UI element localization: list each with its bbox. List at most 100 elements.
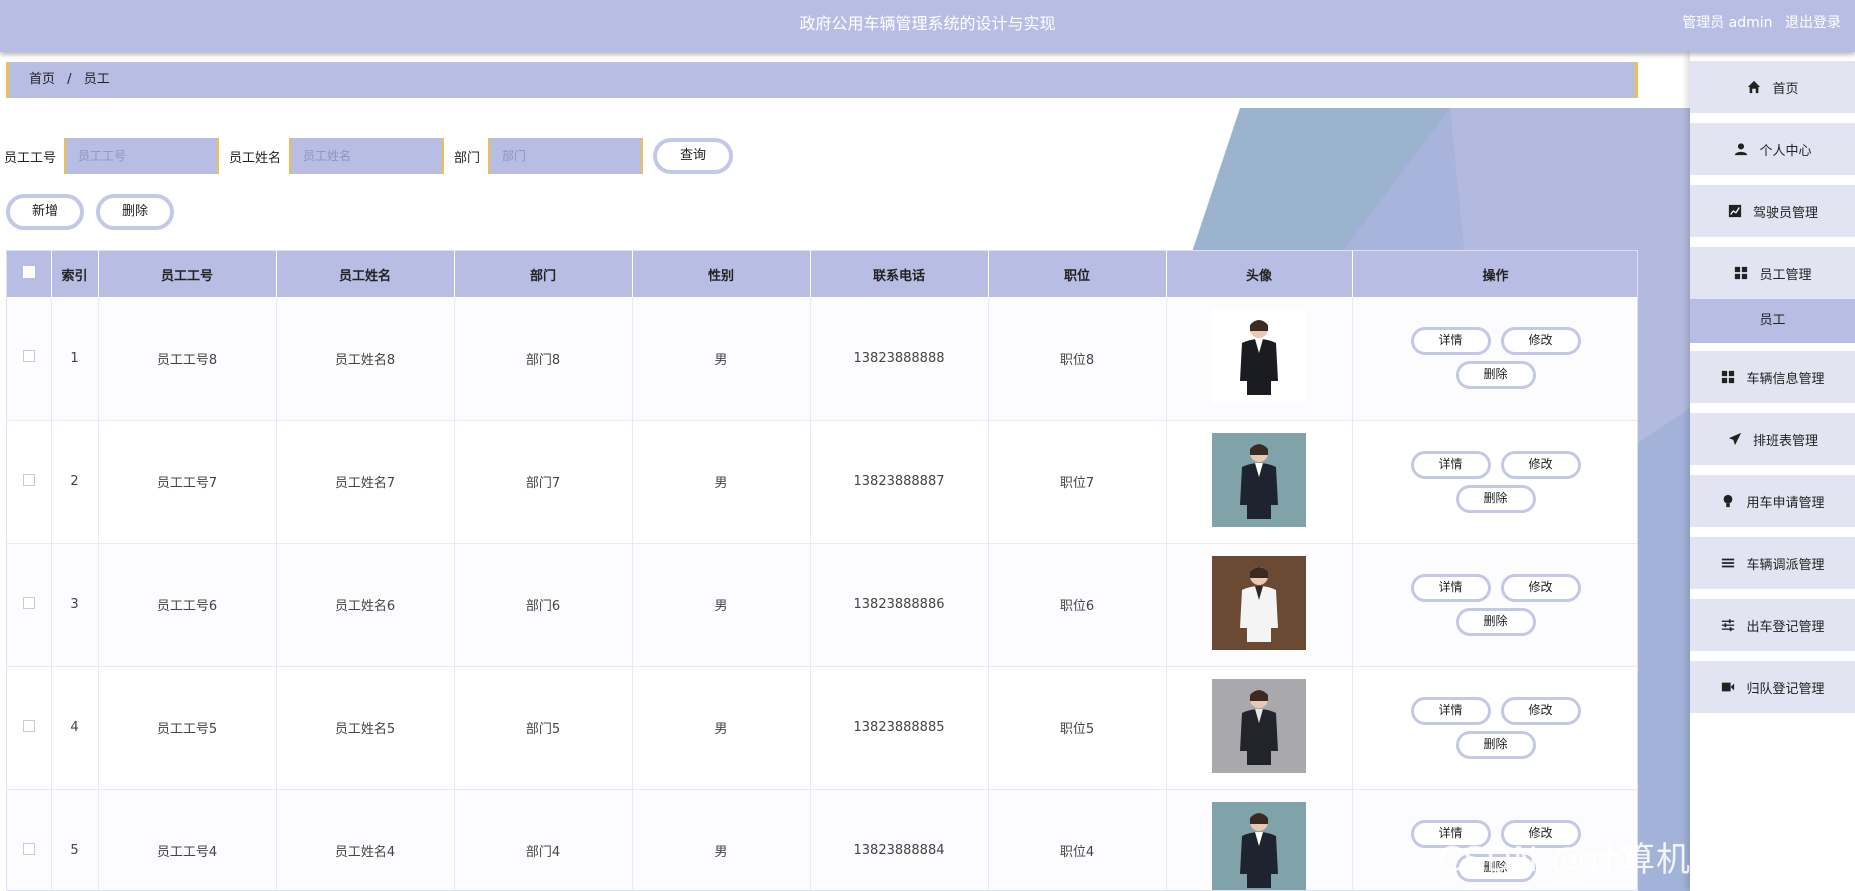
search-bar: 员工工号 员工姓名 部门 查询 bbox=[4, 138, 734, 174]
cell-actions: 详情 修改删除 bbox=[1352, 297, 1637, 421]
delete-button[interactable]: 删除 bbox=[1455, 607, 1536, 636]
avatar bbox=[1212, 801, 1306, 890]
cell-name: 员工姓名6 bbox=[276, 543, 455, 667]
sidebar-item-vehicles[interactable]: 车辆信息管理 bbox=[1690, 351, 1855, 403]
grid-icon bbox=[1720, 369, 1736, 385]
sidebar-item-label: 用车申请管理 bbox=[1746, 495, 1825, 511]
sidebar-item-return[interactable]: 归队登记管理 bbox=[1690, 661, 1855, 713]
cell-phone: 13823888888 bbox=[810, 297, 989, 421]
row-checkbox[interactable] bbox=[22, 473, 35, 486]
cell-gender: 男 bbox=[632, 420, 811, 544]
query-button[interactable]: 查询 bbox=[653, 138, 734, 174]
sidebar-item-label: 车辆信息管理 bbox=[1746, 371, 1825, 387]
cell-actions: 详情 修改删除 bbox=[1352, 420, 1637, 544]
select-all-checkbox[interactable] bbox=[22, 266, 35, 278]
breadcrumb-current: 员工 bbox=[83, 72, 110, 87]
cell-dept: 部门5 bbox=[454, 666, 633, 790]
delete-button[interactable]: 删除 bbox=[1455, 730, 1536, 759]
emp-name-label: 员工姓名 bbox=[229, 150, 282, 166]
row-select-cell[interactable] bbox=[7, 543, 52, 667]
cell-dept: 部门6 bbox=[454, 543, 633, 667]
breadcrumb-home[interactable]: 首页 bbox=[29, 72, 55, 87]
column-header: 索引 bbox=[51, 251, 99, 297]
table-row: 1 员工工号8 员工姓名8 部门8 男 13823888888 职位8 详情 修改 删除 bbox=[7, 297, 1637, 421]
column-header: 操作 bbox=[1352, 251, 1637, 297]
home-icon bbox=[1746, 79, 1762, 95]
add-button[interactable]: 新增 bbox=[6, 194, 84, 230]
row-action-group: 详情 修改删除 bbox=[1406, 573, 1586, 636]
cell-avatar bbox=[1166, 666, 1353, 790]
edit-button[interactable]: 修改 bbox=[1500, 450, 1581, 479]
row-checkbox[interactable] bbox=[22, 719, 35, 732]
row-action-group: 详情 修改删除 bbox=[1406, 450, 1586, 513]
sidebar-item-label: 首页 bbox=[1772, 81, 1799, 97]
batch-delete-button[interactable]: 删除 bbox=[96, 194, 174, 230]
delete-button[interactable]: 删除 bbox=[1455, 484, 1536, 513]
watermark: CSDN @计算机程序_设计 bbox=[1438, 840, 1849, 880]
cell-dept: 部门4 bbox=[454, 789, 633, 890]
row-checkbox[interactable] bbox=[22, 596, 35, 609]
detail-button[interactable]: 详情 bbox=[1410, 450, 1491, 479]
table-row: 2 员工工号7 员工姓名7 部门7 男 13823888887 职位7 详情 修改 删除 bbox=[7, 420, 1637, 544]
sidebar-item-schedule[interactable]: 排班表管理 bbox=[1690, 413, 1855, 465]
sidebar-item-profile[interactable]: 个人中心 bbox=[1690, 123, 1855, 175]
cell-actions: 详情 修改删除 bbox=[1352, 666, 1637, 790]
avatar bbox=[1212, 432, 1306, 527]
cell-emp-no: 员工工号6 bbox=[98, 543, 277, 667]
cell-gender: 男 bbox=[632, 543, 811, 667]
sidebar-item-employees[interactable]: 员工管理 bbox=[1690, 247, 1855, 299]
sliders-icon bbox=[1720, 617, 1736, 633]
edit-button[interactable]: 修改 bbox=[1500, 327, 1581, 356]
sidebar-item-dispatch[interactable]: 车辆调派管理 bbox=[1690, 537, 1855, 589]
sidebar-item-label: 驾驶员管理 bbox=[1752, 205, 1818, 221]
sidebar-item-home[interactable]: 首页 bbox=[1690, 61, 1855, 113]
sidebar-item-label: 出车登记管理 bbox=[1746, 619, 1825, 635]
cell-emp-no: 员工工号4 bbox=[98, 789, 277, 890]
row-checkbox[interactable] bbox=[22, 350, 35, 363]
logout-link[interactable]: 退出登录 bbox=[1785, 15, 1841, 31]
cell-gender: 男 bbox=[632, 789, 811, 890]
row-select-cell[interactable] bbox=[7, 420, 52, 544]
row-select-cell[interactable] bbox=[7, 789, 52, 890]
detail-button[interactable]: 详情 bbox=[1410, 696, 1491, 725]
cell-phone: 13823888887 bbox=[810, 420, 989, 544]
emp-name-input[interactable] bbox=[289, 138, 445, 174]
cell-position: 职位5 bbox=[988, 666, 1167, 790]
user-icon bbox=[1733, 141, 1749, 157]
delete-button[interactable]: 删除 bbox=[1455, 361, 1536, 390]
film-icon bbox=[1720, 679, 1736, 695]
detail-button[interactable]: 详情 bbox=[1410, 327, 1491, 356]
column-header: 头像 bbox=[1166, 251, 1353, 297]
breadcrumb: 首页 / 员工 bbox=[6, 62, 1638, 98]
cell-position: 职位8 bbox=[988, 297, 1167, 421]
cell-name: 员工姓名5 bbox=[276, 666, 455, 790]
cell-avatar bbox=[1166, 420, 1353, 544]
cell-index: 5 bbox=[51, 789, 99, 890]
sidebar-item-departure[interactable]: 出车登记管理 bbox=[1690, 599, 1855, 651]
sidebar-item-applications[interactable]: 用车申请管理 bbox=[1690, 475, 1855, 527]
column-header: 员工工号 bbox=[98, 251, 277, 297]
app-title: 政府公用车辆管理系统的设计与实现 bbox=[799, 14, 1056, 33]
dept-input[interactable] bbox=[488, 138, 644, 174]
row-select-cell[interactable] bbox=[7, 297, 52, 421]
table-row: 5 员工工号4 员工姓名4 部门4 男 13823888884 职位4 详情 修改 删除 bbox=[7, 789, 1637, 890]
breadcrumb-separator: / bbox=[67, 72, 72, 87]
sidebar-item-label: 排班表管理 bbox=[1752, 433, 1818, 449]
dept-label: 部门 bbox=[454, 150, 481, 166]
cell-name: 员工姓名4 bbox=[276, 789, 455, 890]
row-select-cell[interactable] bbox=[7, 666, 52, 790]
emp-no-input[interactable] bbox=[64, 138, 220, 174]
sidebar-item-drivers[interactable]: 驾驶员管理 bbox=[1690, 185, 1855, 237]
cell-position: 职位7 bbox=[988, 420, 1167, 544]
cell-name: 员工姓名7 bbox=[276, 420, 455, 544]
detail-button[interactable]: 详情 bbox=[1410, 573, 1491, 602]
cell-avatar bbox=[1166, 543, 1353, 667]
select-all-header[interactable] bbox=[7, 251, 52, 297]
edit-button[interactable]: 修改 bbox=[1500, 696, 1581, 725]
row-checkbox[interactable] bbox=[22, 842, 35, 855]
sidebar-subitem-employee[interactable]: 员工 bbox=[1690, 299, 1855, 343]
cell-avatar bbox=[1166, 789, 1353, 890]
cell-phone: 13823888885 bbox=[810, 666, 989, 790]
edit-button[interactable]: 修改 bbox=[1500, 573, 1581, 602]
list-icon bbox=[1720, 555, 1736, 571]
